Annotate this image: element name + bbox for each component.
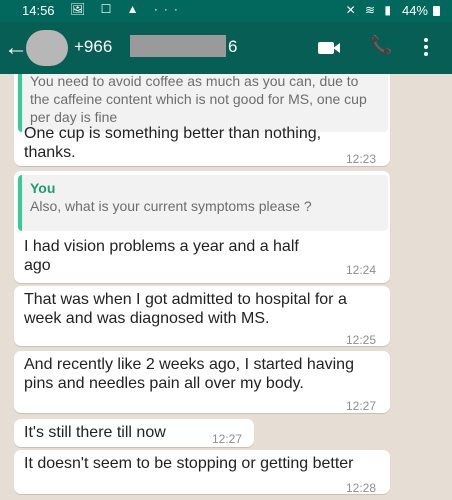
message-text: That was when I got admitted to hospital…	[24, 291, 347, 327]
message-text: I had vision problems a year and a half …	[24, 238, 299, 274]
battery-icon	[433, 6, 440, 16]
redacted-phone-block	[130, 35, 226, 57]
message-bubble[interactable]: You Also, what is your current symptoms …	[14, 171, 390, 283]
quoted-text: You need to avoid coffee as much as you …	[30, 74, 367, 125]
message-time: 12:27	[212, 432, 243, 446]
contact-name-prefix[interactable]: +966	[74, 37, 112, 57]
message-text: It's still there till now	[24, 424, 166, 441]
chat-header: ← +966 6 📞	[0, 22, 452, 74]
message-bubble[interactable]: And recently like 2 weeks ago, I started…	[14, 351, 390, 413]
message-bubble[interactable]: That was when I got admitted to hospital…	[14, 286, 390, 347]
battery-level: 44%	[401, 3, 428, 18]
message-bubble[interactable]: It's still there till now 12:27	[14, 419, 254, 447]
quoted-message[interactable]: You Also, what is your current symptoms …	[18, 175, 388, 231]
phone-call-icon[interactable]: 📞	[370, 35, 392, 56]
notification-icons: 🖼 ☐ ▲ ···	[70, 2, 184, 16]
message-bubble[interactable]: You need to avoid coffee as much as you …	[14, 74, 390, 166]
message-time: 12:27	[346, 399, 377, 413]
status-bar: 14:56 🖼 ☐ ▲ ··· ✕ ≋ ▮ 44%	[0, 0, 452, 22]
avatar[interactable]	[26, 30, 68, 66]
chat-area[interactable]: You need to avoid coffee as much as you …	[0, 74, 452, 500]
message-time: 12:28	[346, 481, 377, 495]
back-arrow-icon[interactable]: ←	[4, 34, 28, 62]
message-time: 12:25	[346, 333, 377, 347]
contact-name-suffix[interactable]: 6	[228, 37, 237, 57]
video-call-icon[interactable]	[318, 42, 340, 54]
status-time: 14:56	[22, 3, 55, 18]
message-text: One cup is something better than nothing…	[24, 125, 322, 161]
message-text: It doesn't seem to be stopping or gettin…	[24, 455, 354, 472]
quoted-text: Also, what is your current symptoms plea…	[30, 198, 312, 214]
signal-icons: ✕ ≋ ▮	[345, 3, 394, 17]
quoted-author: You	[30, 180, 56, 196]
more-options-icon[interactable]	[424, 38, 428, 59]
message-time: 12:23	[346, 152, 377, 166]
message-bubble[interactable]: It doesn't seem to be stopping or gettin…	[14, 450, 390, 495]
message-time: 12:24	[346, 263, 377, 277]
message-text: And recently like 2 weeks ago, I started…	[24, 356, 354, 392]
